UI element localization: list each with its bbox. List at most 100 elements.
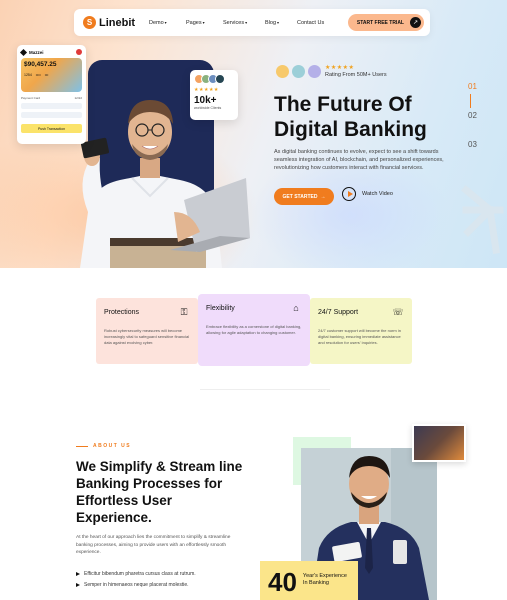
credit-card-visual: $90,457.25 1254 •••• ••• xyxy=(21,58,82,92)
payment-card-row: Payment Card 12/22 xyxy=(21,96,82,100)
clients-widget: ★★★★★ 10k+ worldwide Clients xyxy=(190,70,238,120)
feature-card-header: 24/7 Support ☏ xyxy=(318,306,404,318)
feature-text: Embrace flexibility as a cornerstone of … xyxy=(206,324,302,335)
feature-card-protections[interactable]: Protections ⚿ Robust cybersecurity measu… xyxy=(96,298,198,364)
bullet-text: Semper in himenaeos neque placerat moles… xyxy=(84,581,189,588)
nav-item-demo[interactable]: Demo ▾ xyxy=(149,20,186,26)
features-section: Protections ⚿ Robust cybersecurity measu… xyxy=(96,294,412,366)
feature-text: 24/7 customer support will become the no… xyxy=(318,328,401,345)
thumbnail-image xyxy=(412,424,466,462)
card-amount: $90,457.25 xyxy=(24,61,57,68)
chevron-down-icon: ▾ xyxy=(277,20,280,25)
nav-item-pages[interactable]: Pages ▾ xyxy=(186,20,223,26)
feature-title: Flexibility xyxy=(206,304,235,312)
tag-line xyxy=(76,445,88,447)
nav-item-services[interactable]: Services ▾ xyxy=(223,20,265,26)
logo[interactable]: S Linebit xyxy=(83,16,149,29)
card-field xyxy=(21,112,82,118)
avatar xyxy=(308,64,321,78)
avatar xyxy=(76,49,82,55)
hero-description: As digital banking continues to evolve, … xyxy=(274,149,444,171)
chevron-down-icon: ▾ xyxy=(164,20,167,25)
about-tag-label: ABOUT US xyxy=(93,443,132,449)
feature-title: Protections xyxy=(104,308,140,316)
experience-number: 40 xyxy=(268,567,297,597)
slide-number-3[interactable]: 03 xyxy=(468,140,488,169)
play-bullet-icon xyxy=(76,582,80,587)
support-icon: ☏ xyxy=(392,306,404,317)
rating-text-block: ★★★★★ Rating From 50M+ Users xyxy=(325,64,387,78)
avatar xyxy=(276,64,289,78)
rating-text: Rating From 50M+ Users xyxy=(325,72,387,78)
card-number-part: 1254 xyxy=(24,73,32,77)
logo-text: Linebit xyxy=(99,16,136,29)
avatar-group xyxy=(194,74,234,84)
nav-menu: Demo ▾ Pages ▾ Services ▾ Blog ▾ Contact Us xyxy=(149,20,348,26)
nav-item-blog[interactable]: Blog ▾ xyxy=(265,20,297,26)
nav-item-label: Services xyxy=(223,19,245,26)
nav-item-label: Demo xyxy=(149,19,164,26)
user-rating: ★★★★★ Rating From 50M+ Users xyxy=(276,64,387,78)
about-tag: ABOUT US xyxy=(76,443,131,449)
experience-badge: 40 Year's Experience In Banking xyxy=(260,561,358,600)
feature-card-header: Protections ⚿ xyxy=(104,306,190,318)
diamond-icon xyxy=(19,48,28,56)
clients-label: worldwide Clients xyxy=(194,106,222,110)
nav-item-label: Blog xyxy=(265,19,277,26)
bank-card-widget: Mazzei $90,457.25 1254 •••• ••• Payment … xyxy=(17,45,86,144)
list-item: Efficitur bibendum pharetra cursus class… xyxy=(76,568,196,579)
get-started-button[interactable]: GET STARTED → xyxy=(274,188,334,205)
logo-icon: S xyxy=(83,16,96,29)
chevron-down-icon: ▾ xyxy=(202,20,205,25)
payment-card-value: 12/22 xyxy=(74,96,82,100)
watch-video-button[interactable]: Watch Video xyxy=(342,187,393,201)
about-title: We Simplify & Stream line Banking Proces… xyxy=(76,459,243,525)
decorative-arrow-icon xyxy=(461,185,504,254)
card-field xyxy=(21,103,82,109)
bullet-text: Efficitur bibendum pharetra cursus class… xyxy=(84,570,196,577)
push-transaction-button[interactable]: Push Transaction xyxy=(21,124,82,133)
start-free-trial-label: START FREE TRIAL xyxy=(356,19,404,26)
hero-section: S Linebit Demo ▾ Pages ▾ Services ▾ Blog ▾ C… xyxy=(0,0,507,268)
get-started-label: GET STARTED xyxy=(282,193,318,200)
about-bullets: Efficitur bibendum pharetra cursus class… xyxy=(76,568,196,590)
arrow-right-icon: → xyxy=(320,193,326,200)
chevron-down-icon: ▾ xyxy=(245,20,248,25)
list-item: Semper in himenaeos neque placerat moles… xyxy=(76,579,196,590)
start-free-trial-button[interactable]: START FREE TRIAL ↗ xyxy=(347,14,424,31)
feature-card-header: Flexibility ⌂ xyxy=(206,302,302,314)
slide-pagination: 01 02 03 xyxy=(468,82,488,169)
about-description: At the heart of our approach lies the co… xyxy=(76,535,231,555)
card-number-part: •••• xyxy=(35,73,41,77)
nav-item-contact[interactable]: Contact Us xyxy=(297,20,334,26)
avatar xyxy=(292,64,305,78)
thumbnail-photo xyxy=(414,426,464,460)
feature-title: 24/7 Support xyxy=(318,308,359,316)
nav-item-label: Pages xyxy=(186,19,202,26)
star-rating: ★★★★★ xyxy=(325,65,355,71)
building-icon: ⌂ xyxy=(293,303,299,313)
avatar-group xyxy=(276,64,321,78)
divider xyxy=(200,389,330,390)
bank-card-title: Mazzei xyxy=(29,49,44,55)
slide-number-2[interactable]: 02 xyxy=(468,111,488,140)
nav-item-label: Contact Us xyxy=(297,19,325,26)
top-navigation: S Linebit Demo ▾ Pages ▾ Services ▾ Blog ▾ C… xyxy=(74,9,430,36)
feature-card-flexibility[interactable]: Flexibility ⌂ Embrace flexibility as a c… xyxy=(198,294,310,366)
shield-icon: ⚿ xyxy=(180,306,188,317)
feature-card-support[interactable]: 24/7 Support ☏ 24/7 customer support wil… xyxy=(310,298,412,364)
arrow-icon: ↗ xyxy=(410,17,421,28)
experience-label: Year's Experience In Banking xyxy=(302,573,347,586)
feature-text: Robust cybersecurity measures will becom… xyxy=(104,328,190,345)
avatar xyxy=(215,74,225,84)
play-icon xyxy=(342,187,356,201)
clients-count: 10k+ xyxy=(194,95,217,106)
play-bullet-icon xyxy=(76,571,80,576)
hero-title: The Future Of Digital Banking xyxy=(274,93,427,141)
star-rating: ★★★★★ xyxy=(194,87,219,93)
watch-video-label: Watch Video xyxy=(362,191,393,197)
bank-card-header: Mazzei xyxy=(19,48,82,56)
card-number-part: ••• xyxy=(44,73,49,77)
payment-card-label: Payment Card xyxy=(21,96,41,100)
slide-number-1[interactable]: 01 xyxy=(468,82,488,111)
